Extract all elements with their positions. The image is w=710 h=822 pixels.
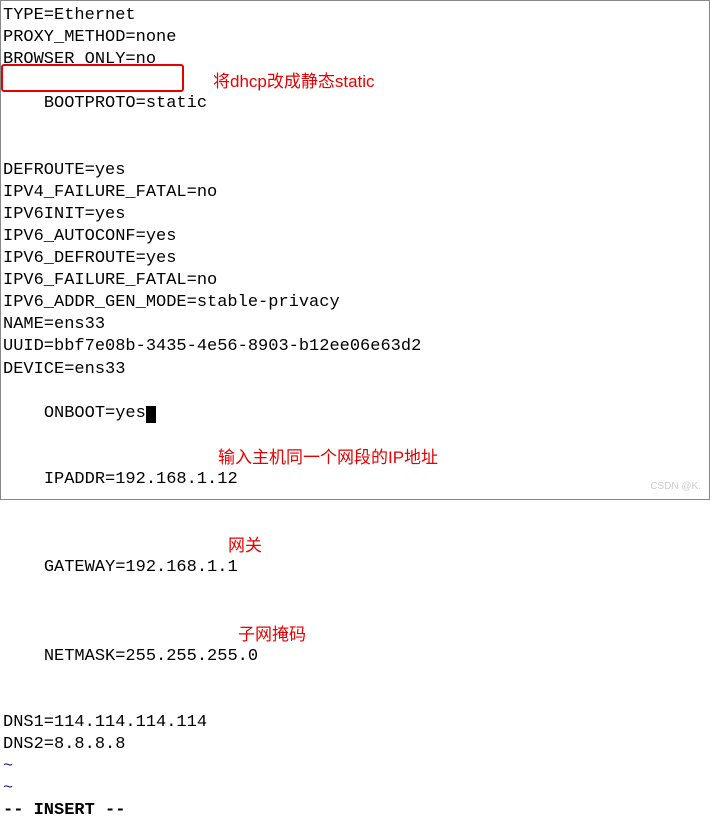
config-line: DNS2=8.8.8.8 — [3, 734, 707, 756]
config-line: IPV6_ADDR_GEN_MODE=stable-privacy — [3, 292, 707, 314]
config-line-gateway: GATEWAY=192.168.1.1 网关 — [3, 535, 707, 623]
annotation-ipaddr: 输入主机同一个网段的IP地址 — [218, 447, 438, 469]
config-line: DEVICE=ens33 — [3, 359, 707, 381]
status-line: -- INSERT -- — [3, 800, 707, 822]
config-line: DNS1=114.114.114.114 — [3, 712, 707, 734]
config-line-ipaddr: IPADDR=192.168.1.12 输入主机同一个网段的IP地址 — [3, 447, 707, 535]
config-line: IPV6_AUTOCONF=yes — [3, 226, 707, 248]
config-text: IPADDR=192.168.1.12 — [44, 470, 238, 489]
config-line: IPV6INIT=yes — [3, 204, 707, 226]
config-line: BROWSER_ONLY=no — [3, 49, 707, 71]
config-line-onboot: ONBOOT=yes — [3, 381, 707, 447]
config-line: NAME=ens33 — [3, 314, 707, 336]
config-line-bootproto: BOOTPROTO=static 将dhcp改成静态static — [3, 71, 707, 159]
config-line: DEFROUTE=yes — [3, 160, 707, 182]
config-line: IPV4_FAILURE_FATAL=no — [3, 182, 707, 204]
tilde-line: ~ — [3, 778, 707, 800]
config-line: IPV6_FAILURE_FATAL=no — [3, 270, 707, 292]
tilde-line: ~ — [3, 756, 707, 778]
config-line: UUID=bbf7e08b-3435-4e56-8903-b12ee06e63d… — [3, 336, 707, 358]
config-text: NETMASK=255.255.255.0 — [44, 647, 258, 666]
config-line: PROXY_METHOD=none — [3, 27, 707, 49]
cursor-icon — [146, 406, 156, 423]
annotation-bootproto: 将dhcp改成静态static — [213, 71, 375, 93]
config-line: IPV6_DEFROUTE=yes — [3, 248, 707, 270]
config-line: TYPE=Ethernet — [3, 5, 707, 27]
annotation-netmask: 子网掩码 — [238, 624, 306, 646]
config-line-netmask: NETMASK=255.255.255.0 子网掩码 — [3, 624, 707, 712]
config-text: ONBOOT=yes — [44, 404, 146, 423]
annotation-gateway: 网关 — [228, 535, 262, 557]
editor-content[interactable]: TYPE=Ethernet PROXY_METHOD=none BROWSER_… — [3, 5, 707, 822]
watermark: CSDN @K. — [650, 480, 701, 493]
config-text: BOOTPROTO=static — [44, 94, 207, 113]
config-text: GATEWAY=192.168.1.1 — [44, 558, 238, 577]
